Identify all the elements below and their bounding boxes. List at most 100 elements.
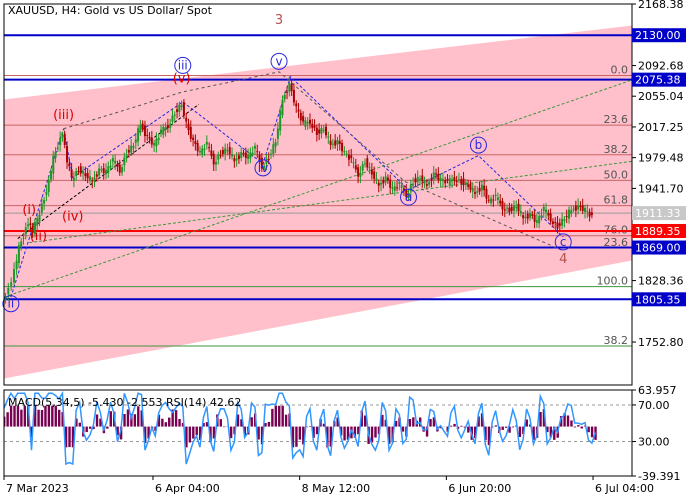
candle-body: [208, 147, 211, 149]
candle-body: [510, 206, 513, 211]
price-tick-label: 2092.68: [638, 60, 684, 73]
macd-bar: [298, 426, 302, 440]
candle-body: [483, 185, 486, 191]
fib-level-label: 50.0: [604, 168, 629, 181]
wave-label-red: (iv): [62, 210, 83, 225]
macd-bar: [40, 410, 44, 427]
candle-body: [274, 142, 277, 147]
candle-body: [221, 149, 224, 154]
wave-label-red: (i): [22, 203, 36, 218]
price-tick-label: 2168.38: [638, 0, 684, 11]
macd-bar: [453, 423, 456, 427]
macd-bar: [164, 422, 167, 427]
candle-body: [471, 187, 474, 192]
candle-body: [24, 227, 27, 235]
price-tick-label: 2055.04: [638, 90, 684, 103]
candle-body: [45, 191, 48, 195]
candle-body: [469, 183, 472, 190]
candle-body: [492, 199, 495, 201]
candle-body: [526, 213, 529, 219]
candle-body: [386, 177, 389, 181]
candle-body: [441, 178, 444, 182]
macd-bar: [250, 417, 253, 427]
candle-body: [118, 164, 121, 173]
candle-body: [311, 123, 314, 128]
wave-label-blue: ii: [8, 297, 15, 311]
macd-bar: [587, 426, 590, 433]
candle-body: [302, 116, 305, 122]
candle-body: [586, 210, 589, 212]
candle-body: [61, 134, 64, 137]
candle-body: [380, 182, 383, 185]
candle-body: [20, 241, 23, 248]
candle-body: [219, 154, 222, 156]
indicator-tick-label: 63.957: [638, 384, 677, 397]
candle-body: [435, 173, 438, 175]
candle-body: [98, 168, 101, 176]
candle-body: [590, 212, 593, 216]
candle-body: [561, 218, 564, 226]
candle-body: [205, 141, 208, 145]
candle-body: [88, 176, 91, 181]
candle-body: [368, 167, 371, 169]
candle-body: [414, 178, 417, 183]
wave-label-blue: c: [560, 235, 567, 249]
wave-label-blue: v: [275, 54, 282, 68]
macd-bar: [295, 426, 298, 447]
candle-body: [430, 178, 433, 181]
indicator-tick-label: 70.00: [638, 399, 670, 412]
price-tick-label: 1979.48: [638, 152, 684, 165]
macd-bar: [577, 425, 580, 427]
candle-body: [334, 140, 337, 146]
candle-body: [384, 176, 387, 183]
candle-body: [116, 164, 119, 167]
candle-body: [494, 194, 497, 197]
candle-body: [38, 214, 41, 222]
time-tick-label: 7 Mar 2023: [6, 482, 69, 495]
candle-body: [322, 129, 325, 131]
candle-body: [75, 171, 78, 176]
candle-body: [164, 127, 167, 131]
macd-bar: [219, 419, 222, 427]
candle-body: [77, 171, 80, 173]
candle-body: [533, 214, 536, 222]
candle-body: [377, 182, 380, 186]
candle-body: [499, 200, 502, 204]
candle-body: [192, 137, 195, 140]
candle-body: [331, 143, 334, 145]
candle-body: [350, 155, 353, 159]
fib-level-label: 38.2: [604, 143, 629, 156]
candle-body: [547, 212, 550, 216]
candle-body: [141, 123, 144, 129]
candle-body: [455, 180, 458, 183]
indicator-label: MACD(5,34,5) -5.430 -2.553 RSI(14) 42.62: [8, 396, 241, 409]
candle-body: [460, 179, 463, 184]
candle-body: [398, 182, 401, 184]
candle-body: [43, 200, 46, 204]
macd-bar: [85, 426, 88, 433]
macd-bar: [88, 426, 92, 429]
candle-body: [325, 126, 328, 136]
candle-body: [258, 154, 261, 160]
candle-body: [563, 219, 566, 221]
candle-body: [437, 173, 440, 180]
candle-body: [114, 160, 117, 164]
candle-body: [448, 178, 451, 186]
candle-body: [49, 171, 52, 180]
candle-body: [281, 100, 284, 115]
macd-bar: [267, 421, 271, 427]
candle-body: [522, 215, 525, 219]
candle-body: [565, 216, 568, 218]
candle-body: [148, 136, 151, 139]
macd-bar: [374, 426, 377, 438]
candle-body: [210, 150, 213, 156]
macd-bar: [284, 414, 288, 427]
macd-bar: [271, 408, 274, 427]
candle-body: [267, 158, 270, 160]
chart-window: 0.023.638.250.061.876.023.6100.038.2 (ii…: [0, 0, 700, 500]
candle-body: [512, 205, 515, 211]
candle-body: [416, 176, 419, 183]
candle-body: [194, 140, 197, 144]
candle-body: [47, 179, 50, 192]
candle-body: [581, 205, 584, 211]
